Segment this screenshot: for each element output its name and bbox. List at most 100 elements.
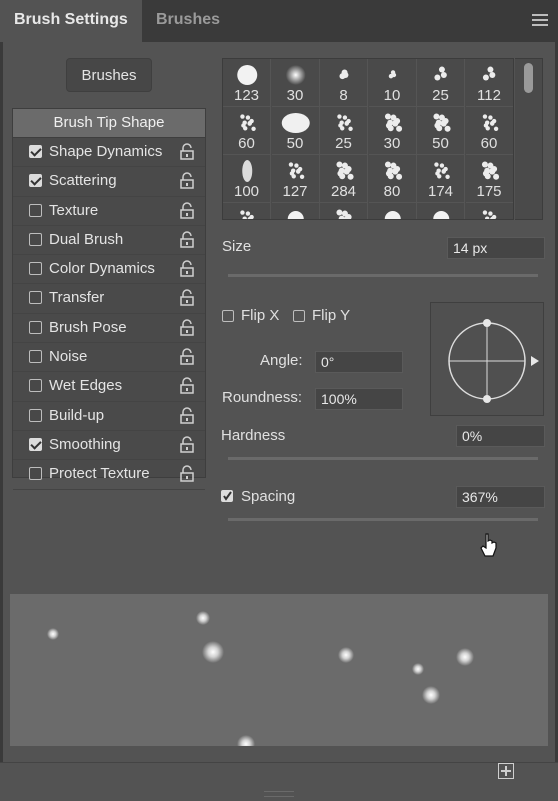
spacing-field[interactable]: 367% (456, 486, 545, 508)
option-row[interactable]: Noise (13, 343, 205, 373)
unlock-icon[interactable] (179, 436, 195, 453)
option-label: Color Dynamics (49, 260, 155, 278)
brush-preset[interactable]: 50 (417, 107, 465, 155)
option-row[interactable]: Color Dynamics (13, 255, 205, 285)
brush-preset-size: 10 (383, 87, 401, 104)
unlock-icon[interactable] (179, 289, 195, 307)
angle-field[interactable]: 0° (315, 351, 403, 373)
spacing-slider-track[interactable] (228, 518, 538, 521)
unlock-icon[interactable] (179, 260, 195, 277)
brush-preset[interactable]: 30 (271, 59, 320, 107)
brush-preset-size: 25 (335, 135, 352, 152)
option-checkbox[interactable] (29, 174, 42, 188)
option-label: Build-up (49, 406, 105, 424)
brush-preset[interactable]: 100 (223, 155, 271, 203)
brush-preset[interactable] (272, 203, 320, 219)
brush-preset[interactable]: 25 (417, 59, 465, 107)
size-slider-track[interactable] (228, 274, 538, 277)
brush-preset[interactable]: 60 (465, 107, 513, 155)
roundness-field[interactable]: 100% (315, 388, 403, 410)
tab-brush-settings[interactable]: Brush Settings (0, 0, 142, 42)
brush-angle-circle[interactable] (431, 303, 543, 415)
brush-preset[interactable]: 112 (465, 59, 513, 107)
angle-roundness-widget[interactable] (430, 302, 544, 416)
option-checkbox[interactable] (29, 232, 42, 246)
panel-tab-bar: Brush Settings Brushes (0, 0, 558, 42)
flip-x-checkbox[interactable] (222, 310, 234, 322)
option-row[interactable]: Transfer (13, 284, 205, 314)
option-row[interactable]: Shape Dynamics (13, 138, 205, 168)
panel-menu-icon[interactable] (532, 14, 548, 27)
unlock-icon[interactable] (179, 231, 195, 248)
brush-preset-size: 50 (286, 135, 304, 152)
brush-preset-size: 175 (476, 183, 502, 200)
unlock-icon[interactable] (179, 377, 195, 395)
brush-preset[interactable]: 60 (223, 107, 271, 155)
brush-preset[interactable] (223, 203, 271, 219)
option-label: Protect Texture (49, 465, 150, 483)
option-row[interactable]: Scattering (13, 167, 205, 197)
unlock-icon[interactable] (179, 465, 195, 483)
spacing-checkbox[interactable] (221, 490, 233, 502)
brush-preset-size: 30 (286, 87, 304, 104)
hardness-field[interactable]: 0% (456, 425, 545, 447)
option-row[interactable]: Texture (13, 197, 205, 226)
flip-y-checkbox[interactable] (293, 310, 305, 322)
brush-preset[interactable]: 284 (320, 155, 368, 203)
option-row[interactable]: Brush Pose (13, 314, 205, 344)
brush-preset-grid: 123 30 8 10 25 112 60 50 25 30 50 60 100 127 284 80 174 1… (222, 58, 514, 220)
brush-preset[interactable]: 50 (271, 107, 320, 155)
unlock-icon[interactable] (179, 348, 195, 365)
option-row[interactable]: Protect Texture (13, 460, 205, 490)
unlock-icon[interactable] (179, 172, 195, 190)
resize-grip[interactable] (264, 791, 294, 797)
option-checkbox[interactable] (29, 408, 42, 422)
option-checkbox[interactable] (29, 262, 42, 276)
brush-tip-shape-item[interactable]: Brush Tip Shape (13, 109, 205, 138)
mouse-cursor-icon (480, 533, 497, 557)
unlock-icon[interactable] (179, 201, 195, 219)
new-preset-icon[interactable] (498, 763, 514, 779)
option-checkbox[interactable] (29, 291, 42, 305)
brush-preset[interactable]: 174 (417, 155, 465, 203)
option-checkbox[interactable] (29, 467, 42, 481)
brush-preset-size: 8 (339, 87, 348, 104)
option-row[interactable]: Build-up (13, 402, 205, 431)
size-field[interactable]: 14 px (447, 237, 545, 259)
size-label: Size (222, 238, 252, 255)
unlock-icon[interactable] (179, 143, 195, 160)
brush-preset[interactable] (369, 203, 417, 219)
brush-preset[interactable]: 175 (465, 155, 513, 203)
option-checkbox[interactable] (29, 379, 42, 393)
option-checkbox[interactable] (29, 145, 42, 158)
brush-preset[interactable] (466, 203, 513, 219)
option-row[interactable]: Dual Brush (13, 226, 205, 256)
brush-preset[interactable]: 25 (320, 107, 368, 155)
brush-preset[interactable]: 8 (320, 59, 368, 107)
brush-preset[interactable] (417, 203, 465, 219)
option-checkbox[interactable] (29, 320, 42, 334)
brush-preset[interactable]: 80 (368, 155, 417, 203)
option-checkbox[interactable] (29, 350, 42, 364)
brushes-button[interactable]: Brushes (66, 58, 152, 92)
tab-brushes[interactable]: Brushes (142, 0, 232, 42)
brush-preset[interactable]: 127 (271, 155, 320, 203)
option-row[interactable]: Smoothing (13, 431, 205, 461)
panel-footer (0, 762, 558, 801)
brush-preset[interactable]: 30 (368, 107, 417, 155)
option-row[interactable]: Wet Edges (13, 372, 205, 402)
option-checkbox[interactable] (29, 437, 42, 451)
unlock-icon[interactable] (179, 406, 195, 424)
brush-preset-size: 100 (233, 183, 260, 200)
preset-scrollbar[interactable] (515, 58, 543, 220)
flip-y-label: Flip Y (312, 307, 351, 324)
brush-preset[interactable]: 10 (368, 59, 417, 107)
scrollbar-thumb[interactable] (524, 63, 533, 93)
unlock-icon[interactable] (179, 319, 195, 336)
brush-preset-size: 50 (432, 135, 449, 152)
brush-preset[interactable]: 123 (223, 59, 271, 107)
flip-x-label: Flip X (241, 307, 280, 324)
option-checkbox[interactable] (29, 203, 42, 217)
brush-preset[interactable] (320, 203, 368, 219)
hardness-slider-track[interactable] (228, 457, 538, 460)
